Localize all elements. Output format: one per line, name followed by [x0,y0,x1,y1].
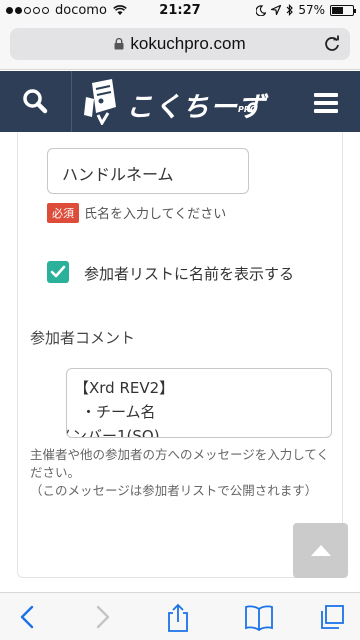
moon-icon [256,4,267,16]
comment-line: ・チーム名 [81,403,156,421]
comment-section-label: 参加者コメント [30,329,136,347]
status-right: 57% [256,3,356,17]
chevron-right-icon [96,605,110,629]
url-text: kokuchpro.com [130,34,246,53]
comment-help-note: （このメッセージは参加者リストで公開されます） [30,483,318,498]
bluetooth-icon [286,4,294,16]
battery-icon [330,4,356,16]
search-button[interactable] [0,71,72,132]
share-icon [168,603,188,632]
show-in-list-checkbox[interactable] [47,261,69,283]
required-badge: 必須 [47,203,79,223]
hamburger-icon [314,93,338,97]
comment-line: 【Xrd REV2】 [74,379,175,397]
comment-textarea[interactable]: 【Xrd REV2】 ・チーム名 メンバー1(SO) [66,368,332,438]
forward-button[interactable] [78,593,126,640]
location-icon [271,5,282,15]
back-button[interactable] [4,593,52,640]
tabs-button[interactable] [306,593,354,640]
menu-button[interactable] [300,71,360,132]
tabs-icon [321,605,344,629]
site-header: こくちーず PRO [0,71,360,132]
form-panel: ハンドルネーム 必須 氏名を入力してください 参加者リストに名前を表示する 参加… [17,132,343,578]
scroll-to-top-button[interactable] [293,523,348,578]
address-bar[interactable]: kokuchpro.com [10,28,350,60]
site-logo[interactable]: こくちーず PRO [82,77,282,127]
share-button[interactable] [154,593,202,640]
check-icon [50,265,66,278]
comment-help: 主催者や他の参加者の方へのメッセージを入力してください。 （このメッセージは参加… [30,446,330,500]
book-icon [245,605,273,631]
browser-address-area: kokuchpro.com [0,22,360,70]
arrow-up-icon [311,545,331,556]
chevron-left-icon [20,605,34,629]
url-display[interactable]: kokuchpro.com [10,34,350,54]
handle-name-input[interactable]: ハンドルネーム [47,148,249,194]
show-in-list-label[interactable]: 参加者リストに名前を表示する [84,263,294,284]
comment-line: メンバー1(SO) [66,427,160,438]
lock-icon [114,38,124,50]
comment-help-text: 主催者や他の参加者の方へのメッセージを入力してください。 [30,447,330,480]
bookmarks-button[interactable] [232,593,280,640]
required-hint: 氏名を入力してください [84,207,227,222]
browser-toolbar [0,592,360,640]
battery-percent: 57% [298,3,325,17]
logo-pro: PRO [238,105,257,114]
search-icon [23,89,48,114]
status-bar: docomo 21:27 57% [0,0,360,22]
mascot-icon [84,79,116,125]
reload-icon[interactable] [322,34,342,54]
